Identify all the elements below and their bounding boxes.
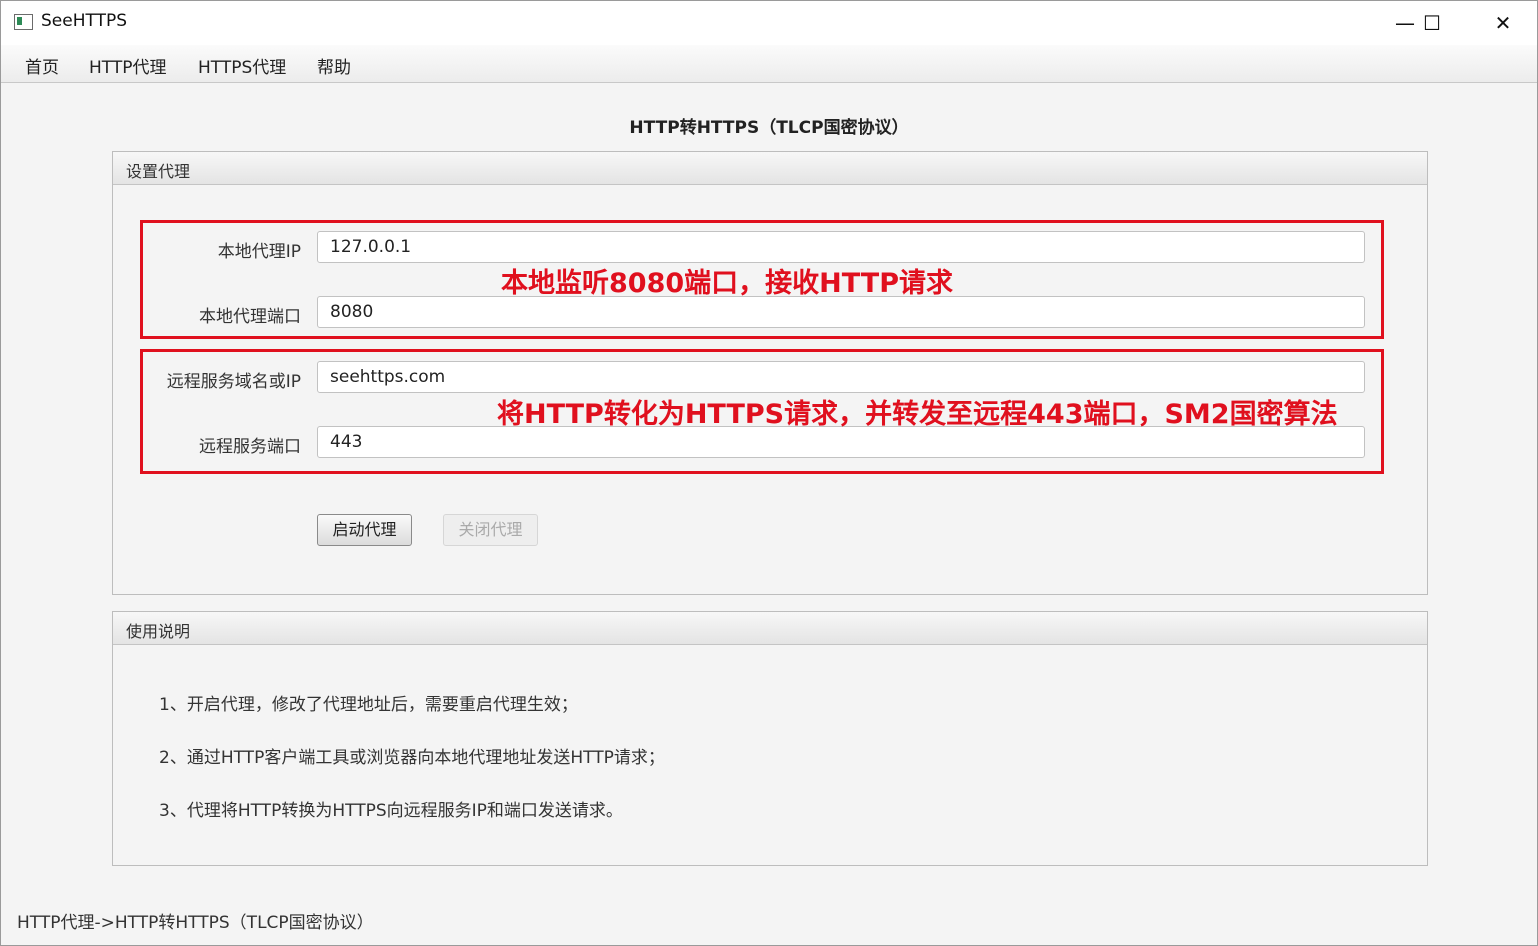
instruction-item: 3、代理将HTTP转换为HTTPS向远程服务IP和端口发送请求。	[159, 801, 623, 821]
window-title: SeeHTTPS	[41, 11, 128, 31]
settings-panel-title: 设置代理	[126, 162, 191, 181]
instruction-item: 2、通过HTTP客户端工具或浏览器向本地代理地址发送HTTP请求；	[159, 748, 665, 768]
stop-proxy-button[interactable]: 关闭代理	[443, 514, 538, 546]
instructions-panel-header: 使用说明	[113, 612, 1427, 645]
page-title: HTTP转HTTPS（TLCP国密协议）	[629, 118, 909, 138]
instruction-item: 1、开启代理，修改了代理地址后，需要重启代理生效；	[159, 695, 578, 715]
start-proxy-button[interactable]: 启动代理	[317, 514, 412, 546]
menu-http-proxy[interactable]: HTTP代理	[89, 53, 167, 78]
maximize-button[interactable]: ☐	[1404, 5, 1460, 41]
instructions-panel-title: 使用说明	[126, 622, 191, 641]
title-bar: SeeHTTPS — ☐ ✕	[1, 1, 1537, 45]
menu-help[interactable]: 帮助	[317, 53, 351, 78]
app-window: SeeHTTPS — ☐ ✕ 首页 HTTP代理 HTTPS代理 帮助 HTTP…	[0, 0, 1538, 946]
status-bar: HTTP代理->HTTP转HTTPS（TLCP国密协议）	[17, 913, 374, 933]
app-icon	[14, 14, 33, 30]
close-button[interactable]: ✕	[1475, 5, 1531, 41]
menu-https-proxy[interactable]: HTTPS代理	[198, 53, 286, 78]
settings-panel-header: 设置代理	[113, 152, 1427, 185]
remote-annotation: 将HTTP转化为HTTPS请求，并转发至远程443端口，SM2国密算法	[497, 399, 1338, 430]
menu-bar: 首页 HTTP代理 HTTPS代理 帮助	[1, 45, 1537, 83]
menu-home[interactable]: 首页	[25, 53, 59, 78]
local-annotation: 本地监听8080端口，接收HTTP请求	[501, 268, 953, 299]
instructions-panel: 使用说明	[112, 611, 1428, 866]
